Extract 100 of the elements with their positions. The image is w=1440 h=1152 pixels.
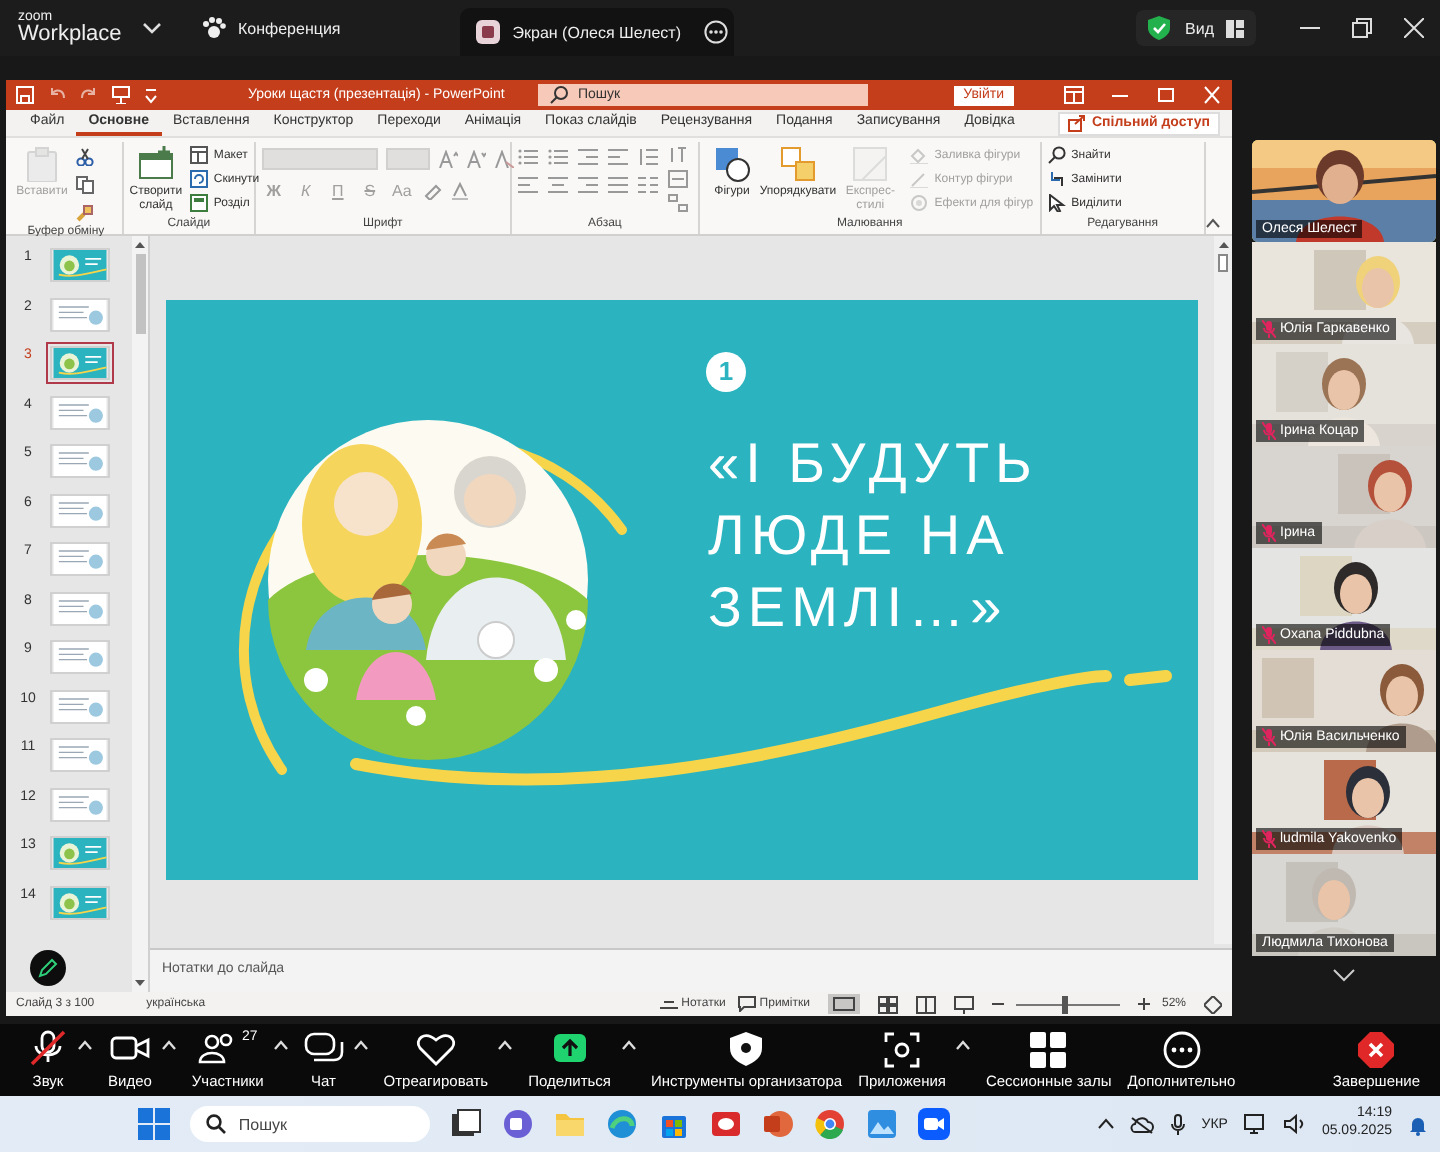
slides-app-icon[interactable] — [762, 1108, 795, 1140]
shapes-icon — [714, 146, 750, 182]
scrollbar-thumb[interactable] — [1218, 254, 1228, 272]
slide-thumbnail[interactable] — [50, 542, 110, 576]
reset-icon — [189, 170, 208, 188]
slide-thumbnail[interactable] — [50, 346, 110, 380]
close-icon[interactable] — [1404, 18, 1424, 38]
shrink-font-icon[interactable] — [465, 150, 486, 168]
more-icon[interactable] — [704, 20, 729, 44]
fill-icon — [910, 146, 929, 164]
monitor-icon[interactable] — [1243, 1114, 1268, 1134]
caret-up-icon[interactable] — [1097, 1118, 1114, 1130]
new-slide-icon — [137, 146, 174, 182]
highlight-icon[interactable] — [421, 182, 442, 200]
maximize-icon[interactable] — [1352, 18, 1372, 38]
slide-thumbnail[interactable] — [50, 689, 110, 723]
line-spacing-icon[interactable] — [637, 148, 660, 166]
scroll-up-icon[interactable] — [1217, 240, 1229, 250]
zoom-app-icon[interactable] — [918, 1108, 951, 1140]
comment-icon — [737, 996, 756, 1012]
browser-icon[interactable] — [606, 1108, 639, 1140]
search-icon — [550, 86, 568, 104]
search-field[interactable]: Пошук — [190, 1106, 431, 1142]
slide-thumbnail[interactable] — [50, 885, 110, 919]
scissors-icon[interactable] — [76, 148, 94, 166]
smartart-icon[interactable] — [667, 194, 688, 212]
redo-icon[interactable] — [80, 86, 98, 104]
microphone-icon[interactable] — [1169, 1113, 1186, 1135]
font-field[interactable] — [261, 148, 378, 170]
video-chat-icon[interactable] — [502, 1108, 535, 1140]
arrange-icon — [780, 146, 816, 182]
search-icon — [206, 1114, 227, 1134]
windows-icon[interactable] — [138, 1108, 171, 1140]
numbered-list-icon[interactable] — [547, 148, 570, 166]
chevron-down-icon[interactable] — [1332, 968, 1356, 982]
slide-thumbnail[interactable] — [50, 787, 110, 821]
undo-icon[interactable] — [48, 86, 66, 104]
scroll-up-icon[interactable] — [134, 240, 146, 250]
grid-icon — [1226, 19, 1244, 37]
task-view-icon[interactable] — [450, 1108, 483, 1140]
cloud-icon[interactable] — [1129, 1115, 1154, 1133]
minus-icon[interactable] — [991, 998, 1004, 1010]
brush-icon[interactable] — [76, 204, 94, 222]
layout-icon — [189, 146, 208, 164]
indent-icon[interactable] — [607, 148, 630, 166]
align-icon[interactable] — [607, 176, 630, 194]
font-color-icon[interactable] — [449, 182, 470, 200]
chevron-down-icon[interactable] — [142, 20, 162, 36]
slide-thumbnail[interactable] — [50, 640, 110, 674]
normal-view-icon[interactable] — [827, 994, 860, 1014]
presentation-icon[interactable] — [112, 86, 130, 104]
font-size-field[interactable] — [385, 148, 430, 170]
shield-icon — [726, 1030, 767, 1068]
chrome-icon[interactable] — [814, 1108, 847, 1140]
text-direction-icon[interactable] — [667, 146, 688, 164]
cursor-icon — [1047, 194, 1066, 212]
indent-icon[interactable] — [577, 148, 600, 166]
scrollbar-thumb[interactable] — [135, 254, 145, 334]
copy-icon[interactable] — [76, 176, 94, 194]
collapse-icon[interactable] — [1206, 218, 1220, 228]
speaker-icon[interactable] — [1283, 1114, 1306, 1134]
photos-icon[interactable] — [866, 1108, 899, 1140]
zoom-slider-thumb[interactable] — [1062, 995, 1069, 1013]
section-icon — [189, 194, 208, 212]
align-icon[interactable] — [547, 176, 570, 194]
columns-icon[interactable] — [637, 176, 660, 194]
align-icon[interactable] — [577, 176, 600, 194]
sorter-view-icon[interactable] — [877, 995, 898, 1013]
align-icon[interactable] — [517, 176, 540, 194]
app-icon[interactable] — [710, 1108, 743, 1140]
fit-icon[interactable] — [1204, 995, 1222, 1013]
scroll-down-icon[interactable] — [134, 978, 146, 988]
meeting-tab[interactable]: Конференция — [194, 8, 349, 48]
slide-title: «І БУДУТЬ ЛЮДЕ НА ЗЕМЛІ…» — [708, 430, 1040, 642]
slide-thumbnail[interactable] — [50, 395, 110, 429]
save-icon[interactable] — [16, 86, 34, 104]
plus-icon[interactable] — [1137, 998, 1150, 1010]
slide-thumbnail[interactable] — [50, 248, 110, 282]
more-icon — [1161, 1030, 1202, 1068]
slide-thumbnail[interactable] — [50, 493, 110, 527]
heart-icon — [415, 1030, 456, 1068]
slideshow-icon[interactable] — [953, 995, 974, 1013]
bullet-list-icon[interactable] — [517, 148, 540, 166]
clipboard-icon — [24, 146, 60, 182]
grow-font-icon[interactable] — [437, 150, 458, 168]
slide-thumbnail[interactable] — [50, 444, 110, 478]
search-icon — [1047, 146, 1066, 164]
bell-icon[interactable] — [1408, 1113, 1428, 1135]
slide-thumbnail[interactable] — [50, 297, 110, 331]
clear-format-icon[interactable] — [493, 150, 514, 168]
ribbon-display-icon[interactable] — [1064, 86, 1084, 104]
slide-thumbnail[interactable] — [50, 738, 110, 772]
align-text-icon[interactable] — [667, 170, 688, 188]
slide-thumbnail[interactable] — [50, 836, 110, 870]
slide-thumbnail[interactable] — [50, 591, 110, 625]
apps-icon — [882, 1030, 923, 1068]
customize-icon[interactable] — [144, 86, 158, 104]
grid-icon — [1028, 1030, 1069, 1068]
pen-button[interactable] — [30, 950, 66, 986]
reading-view-icon[interactable] — [915, 995, 936, 1013]
